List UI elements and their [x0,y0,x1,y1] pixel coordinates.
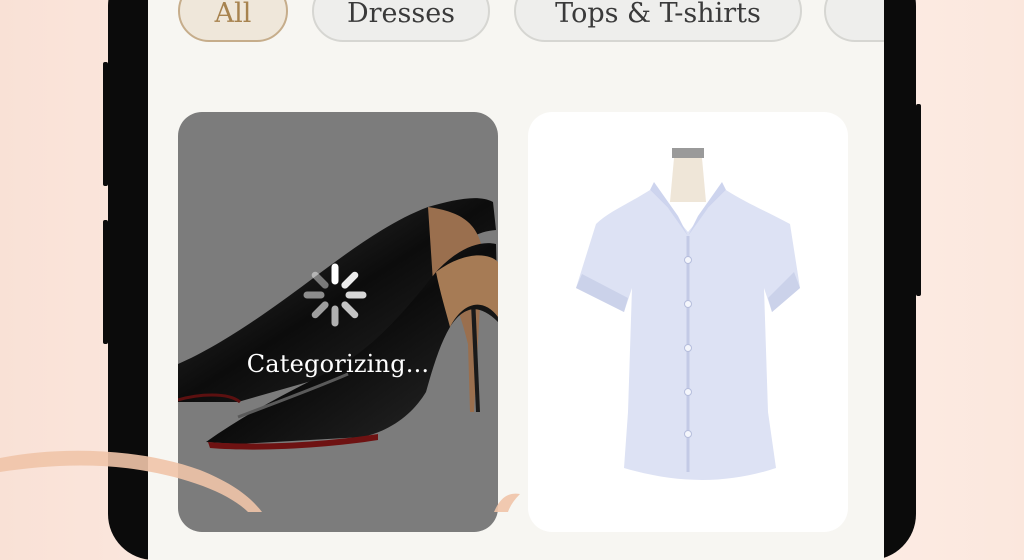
shirt-image [576,148,800,480]
phone-power-button [916,104,921,296]
item-card-shirt[interactable] [528,112,848,532]
category-filter-bar: All Dresses Tops & T-shirts [148,0,884,50]
loading-spinner-icon [303,263,367,327]
filter-chip-label: Dresses [346,0,456,29]
filter-chip-tops-tshirts[interactable]: Tops & T-shirts [514,0,802,42]
filter-chip-all[interactable]: All [178,0,288,42]
categorizing-status-text: Categorizing... [246,350,430,378]
filter-chip-next[interactable] [824,0,884,42]
filter-chip-label: All [214,0,252,29]
filter-chip-label: Tops & T-shirts [555,0,761,29]
item-card-shoes[interactable]: Categorizing... [178,112,498,532]
filter-chip-dresses[interactable]: Dresses [312,0,490,42]
app-screen: All Dresses Tops & T-shirts Categorizing… [148,0,884,560]
phone-frame: All Dresses Tops & T-shirts Categorizing… [108,0,916,560]
